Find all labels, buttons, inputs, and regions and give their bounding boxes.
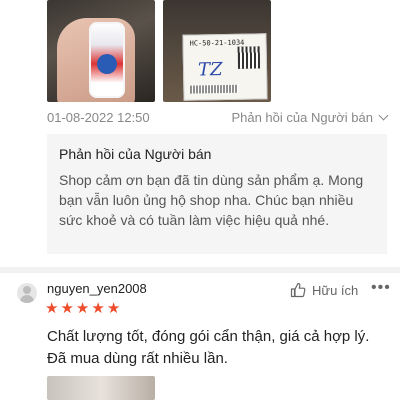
review-text-line-1: Chất lượng tốt, đóng gói cẩn thận, giá c… <box>47 328 370 345</box>
review-date: 01-08-2022 12:50 <box>47 110 150 125</box>
product-image <box>89 22 125 98</box>
helpful-button[interactable]: Hữu ích <box>290 282 358 298</box>
star-icon: ★ <box>91 300 105 317</box>
seller-reply-text: Shop cảm ơn bạn đã tin dùng sản phẩm ạ. … <box>59 172 364 228</box>
more-dots-icon[interactable]: ••• <box>371 279 391 297</box>
shipping-label-image: HC-50-21-1034 TZ <box>182 33 268 101</box>
review-username[interactable]: nguyen_yen2008 <box>47 281 147 296</box>
review-photo-2[interactable]: HC-50-21-1034 TZ <box>163 0 271 102</box>
seller-reply-toggle[interactable]: Phản hồi của Người bán <box>231 110 389 125</box>
label-code: HC-50-21-1034 <box>189 38 245 48</box>
label-scribble: TZ <box>197 59 223 81</box>
review-photo-3[interactable] <box>47 376 155 400</box>
star-icon: ★ <box>106 300 121 317</box>
avatar-icon[interactable] <box>17 283 37 303</box>
barcode-icon <box>190 84 239 94</box>
review-photo-1[interactable] <box>47 0 155 102</box>
seller-reply-box: Phản hồi của Người bán Shop cảm ơn bạn đ… <box>47 134 387 254</box>
chevron-down-icon <box>378 110 389 121</box>
review-text-line-2: Đã mua dùng rất nhiều lần. <box>47 350 228 367</box>
review-meta-row: 01-08-2022 12:50 Phản hồi của Người bán <box>47 110 389 128</box>
helpful-label: Hữu ích <box>312 282 359 298</box>
thumb-up-icon <box>290 282 306 298</box>
review-divider <box>0 267 400 273</box>
star-icon: ★ <box>75 300 90 317</box>
seller-reply-title: Phản hồi của Người bán <box>59 146 212 162</box>
qr-code-icon <box>237 46 261 69</box>
review-text: Chất lượng tốt, đóng gói cẩn thận, giá c… <box>47 326 392 370</box>
star-rating: ★ ★ ★ ★ ★ <box>45 301 120 316</box>
star-icon: ★ <box>60 300 74 317</box>
star-icon: ★ <box>45 300 59 317</box>
seller-reply-toggle-label: Phản hồi của Người bán <box>231 110 373 125</box>
